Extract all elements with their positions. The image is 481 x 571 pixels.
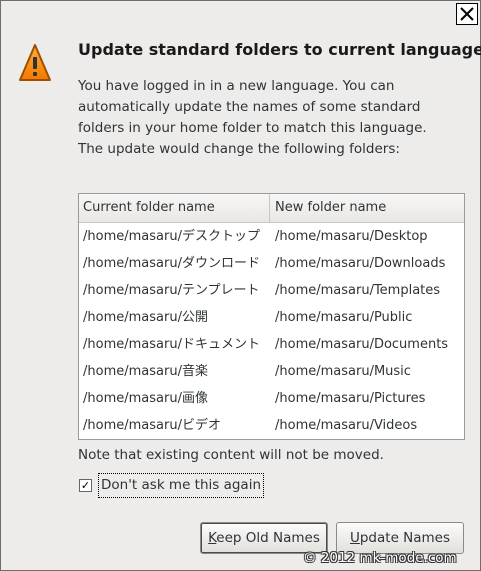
- dialog-window: Update standard folders to current langu…: [0, 0, 481, 571]
- update-mnemonic: U: [349, 530, 360, 546]
- close-icon: [460, 7, 474, 21]
- new-folder-cell: /home/masaru/Downloads: [275, 256, 446, 271]
- dialog-description: You have logged in in a new language. Yo…: [78, 78, 427, 157]
- table-header: Current folder name New folder name: [79, 194, 464, 223]
- table-row[interactable]: /home/masaru/ドキュメント /home/masaru/Documen…: [79, 331, 464, 358]
- current-folder-cell: /home/masaru/ドキュメント: [83, 337, 260, 352]
- current-folder-cell: /home/masaru/デスクトップ: [83, 229, 260, 244]
- folder-table: Current folder name New folder name /hom…: [78, 193, 465, 440]
- keep-label: eep Old Names: [216, 530, 320, 546]
- current-folder-cell: /home/masaru/音楽: [83, 364, 208, 379]
- current-folder-cell: /home/masaru/テンプレート: [83, 283, 260, 298]
- warning-icon: [19, 44, 51, 81]
- new-folder-cell: /home/masaru/Videos: [275, 418, 418, 433]
- table-row[interactable]: /home/masaru/音楽 /home/masaru/Music: [79, 358, 464, 385]
- watermark: © 2012 mk-mode.com: [303, 550, 457, 566]
- column-header-current[interactable]: Current folder name: [79, 194, 270, 222]
- dont-ask-option[interactable]: ✓ Don't ask me this again: [79, 473, 265, 498]
- table-row[interactable]: /home/masaru/ダウンロード /home/masaru/Downloa…: [79, 250, 464, 277]
- current-folder-cell: /home/masaru/ビデオ: [83, 418, 221, 433]
- note-text: Note that existing content will not be m…: [78, 447, 384, 463]
- new-folder-cell: /home/masaru/Templates: [275, 283, 441, 298]
- new-folder-cell: /home/masaru/Pictures: [275, 391, 426, 406]
- new-folder-cell: /home/masaru/Public: [275, 310, 413, 325]
- table-row[interactable]: /home/masaru/テンプレート /home/masaru/Templat…: [79, 277, 464, 304]
- dont-ask-checkbox[interactable]: ✓: [79, 479, 92, 492]
- new-folder-cell: /home/masaru/Desktop: [275, 229, 428, 244]
- new-folder-cell: /home/masaru/Documents: [275, 337, 449, 352]
- table-row[interactable]: /home/masaru/デスクトップ /home/masaru/Desktop: [79, 223, 464, 250]
- column-header-new[interactable]: New folder name: [270, 194, 464, 222]
- current-folder-cell: /home/masaru/ダウンロード: [83, 256, 260, 271]
- table-row[interactable]: /home/masaru/公開 /home/masaru/Public: [79, 304, 464, 331]
- close-button[interactable]: [456, 3, 478, 25]
- new-folder-cell: /home/masaru/Music: [275, 364, 411, 379]
- update-label: pdate Names: [359, 530, 451, 546]
- current-folder-cell: /home/masaru/公開: [83, 310, 208, 325]
- dont-ask-label[interactable]: Don't ask me this again: [98, 473, 265, 498]
- table-row[interactable]: /home/masaru/ビデオ /home/masaru/Videos: [79, 412, 464, 439]
- current-folder-cell: /home/masaru/画像: [83, 391, 208, 406]
- dialog-title: Update standard folders to current langu…: [78, 40, 481, 59]
- table-row[interactable]: /home/masaru/画像 /home/masaru/Pictures: [79, 385, 464, 412]
